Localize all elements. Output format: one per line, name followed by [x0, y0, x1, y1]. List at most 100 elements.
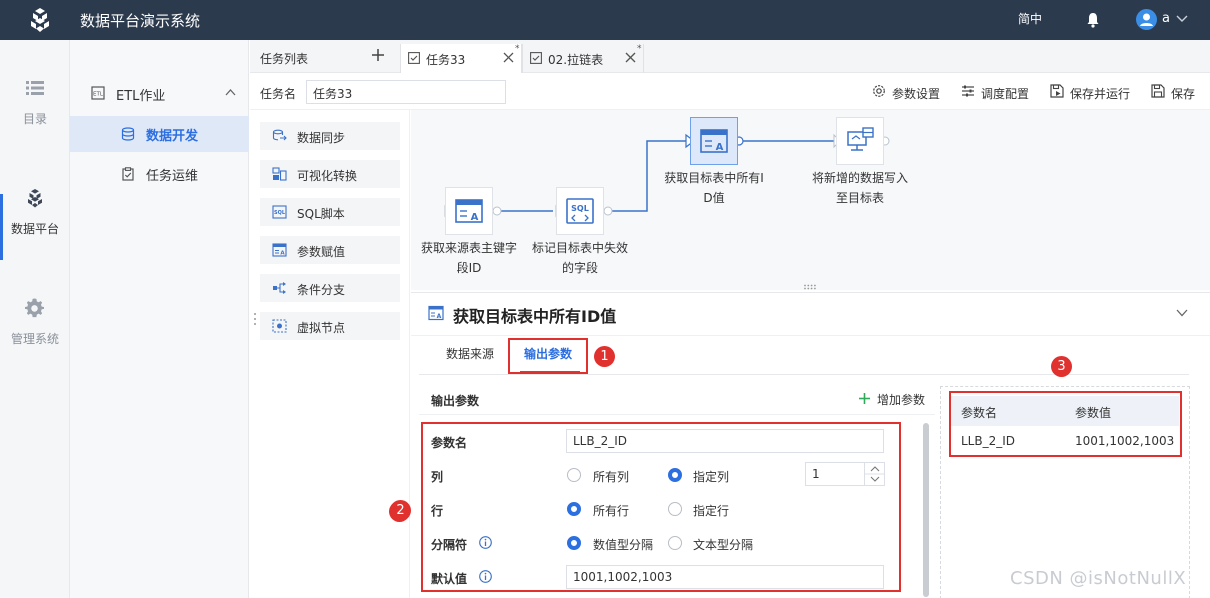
annotation-badge-1: 1	[594, 346, 615, 367]
tab-label: 02.拉链表	[548, 53, 604, 67]
rail-label: 目录	[22, 112, 47, 126]
resize-grip-icon[interactable]	[803, 284, 817, 290]
flow-node-label: 获取目标表中所有I D值	[662, 168, 766, 208]
svg-text:ETL: ETL	[93, 92, 104, 98]
flow-node-label: 标记目标表中失效 的字段	[528, 238, 632, 278]
task-list-label[interactable]: 任务列表	[260, 50, 308, 67]
palette-item-sql-script[interactable]: SQL SQL脚本	[260, 198, 400, 226]
rail-item-admin[interactable]: 管理系统	[0, 298, 70, 347]
chevron-up-icon[interactable]	[225, 88, 236, 96]
cubes-icon	[28, 189, 42, 208]
database-icon	[121, 127, 135, 141]
chevron-down-icon[interactable]	[1176, 14, 1188, 24]
palette-item-virtual-node[interactable]: 虚拟节点	[260, 312, 400, 340]
app-title: 数据平台演示系统	[80, 12, 201, 30]
radio-text-separator[interactable]	[668, 536, 682, 550]
rail-item-data-platform[interactable]: 数据平台	[0, 188, 70, 237]
chevron-down-icon[interactable]	[1176, 309, 1188, 317]
branch-icon	[273, 282, 286, 294]
avatar[interactable]	[1136, 9, 1157, 30]
form-scrollbar[interactable]	[923, 423, 929, 597]
output-params-heading: 输出参数	[431, 394, 480, 408]
flow-canvas[interactable]: A 获取来源表主键字 段ID SQL 标记目标表中失效 的字段 A 获取目标表中…	[411, 110, 1210, 290]
radio-numeric-separator[interactable]	[567, 536, 581, 550]
stepper-up-down-icon	[865, 466, 885, 482]
palette-item-condition-branch[interactable]: 条件分支	[260, 274, 400, 302]
flow-node-label-line: 将新增的数据写入	[811, 171, 908, 185]
separator-label: 分隔符	[431, 538, 468, 552]
palette-label: SQL脚本	[297, 207, 345, 221]
radio-label: 指定行	[693, 504, 730, 518]
task-name-input[interactable]: 任务33	[306, 80, 506, 104]
radio-specific-row[interactable]	[668, 502, 682, 516]
divider	[419, 374, 1189, 375]
annotation-box-1	[508, 338, 588, 374]
radio-all-columns[interactable]	[567, 468, 581, 482]
flow-node-label-line: 获取目标表中所有I	[664, 171, 764, 185]
flow-node-mark-invalid[interactable]: SQL	[556, 187, 604, 235]
row-label: 行	[431, 504, 444, 518]
cubes-logo-icon[interactable]	[27, 7, 53, 33]
nav-group-etl[interactable]: ETL ETL作业	[70, 82, 249, 106]
rail-item-catalog[interactable]: 目录	[0, 78, 70, 127]
virtual-node-icon	[272, 319, 287, 333]
close-icon[interactable]	[503, 52, 514, 63]
default-value-input[interactable]: 1001,1002,1003	[566, 565, 884, 589]
schedule-config-button[interactable]: 调度配置	[961, 84, 1033, 101]
info-icon[interactable]	[479, 536, 492, 549]
rail-label: 数据平台	[10, 222, 59, 236]
modified-mark: *	[637, 44, 642, 54]
language-switch[interactable]: 简中	[1018, 10, 1042, 27]
tab-task33[interactable]: 任务33 *	[400, 44, 522, 73]
save-and-run-label: 保存并运行	[1070, 87, 1131, 101]
bell-icon[interactable]	[1086, 12, 1100, 28]
palette-item-param-assign[interactable]: A 参数赋值	[260, 236, 400, 264]
save-and-run-button[interactable]: 保存并运行	[1050, 84, 1134, 101]
flow-node-write-target[interactable]	[836, 117, 884, 165]
tab-zipper-table[interactable]: 02.拉链表 *	[522, 44, 644, 73]
nav-item-task-ops[interactable]: 任务运维	[70, 156, 249, 192]
sql-icon: SQL	[272, 205, 287, 219]
flow-node-get-target-ids[interactable]: A	[690, 117, 738, 165]
splitter-grip-icon[interactable]	[253, 312, 257, 326]
sync-icon	[272, 129, 287, 141]
subtab-data-source[interactable]: 数据来源	[446, 345, 494, 362]
radio-label: 所有行	[593, 504, 630, 518]
tab-label: 任务33	[426, 53, 466, 67]
plus-icon	[859, 393, 870, 404]
left-rail: 目录 数据平台 管理系统	[0, 40, 70, 598]
add-param-label: 增加参数	[877, 393, 926, 407]
radio-specific-column[interactable]	[668, 468, 682, 482]
task-check-icon	[408, 52, 420, 64]
transform-icon	[272, 167, 287, 181]
param-settings-button[interactable]: 参数设置	[872, 84, 944, 101]
flow-node-get-source-key[interactable]: A	[445, 187, 493, 235]
save-button[interactable]: 保存	[1151, 84, 1201, 101]
gear-icon	[25, 298, 44, 318]
sql-icon: SQL	[566, 198, 594, 224]
nav-item-label: 任务运维	[146, 169, 199, 184]
user-name[interactable]: a	[1162, 11, 1170, 26]
nav-item-data-dev[interactable]: 数据开发	[70, 116, 249, 152]
flow-node-label-line: D值	[703, 191, 725, 205]
task-toolbar: 任务名 任务33 参数设置 调度配置 保存并运行 保存	[250, 74, 1210, 110]
save-icon	[1151, 84, 1165, 98]
close-icon[interactable]	[625, 52, 636, 63]
flow-node-label-line: 段ID	[456, 261, 482, 275]
flow-node-label-line: 标记目标表中失效	[531, 241, 628, 255]
svg-text:A: A	[471, 212, 479, 223]
radio-label: 指定列	[693, 470, 730, 484]
radio-all-rows[interactable]	[567, 502, 581, 516]
stepper-arrows[interactable]	[864, 462, 885, 486]
column-label: 列	[431, 470, 444, 484]
plus-icon[interactable]	[371, 48, 385, 62]
param-assign-icon: A	[455, 199, 483, 223]
add-param-button[interactable]: 增加参数	[858, 391, 938, 407]
palette-label: 虚拟节点	[297, 321, 346, 335]
svg-text:A: A	[280, 251, 285, 257]
param-name-input[interactable]: LLB_2_ID	[566, 429, 884, 453]
palette-item-data-sync[interactable]: 数据同步	[260, 122, 400, 150]
palette-item-visual-transform[interactable]: 可视化转换	[260, 160, 400, 188]
info-icon[interactable]	[479, 570, 492, 583]
param-assign-icon: A	[428, 305, 444, 321]
